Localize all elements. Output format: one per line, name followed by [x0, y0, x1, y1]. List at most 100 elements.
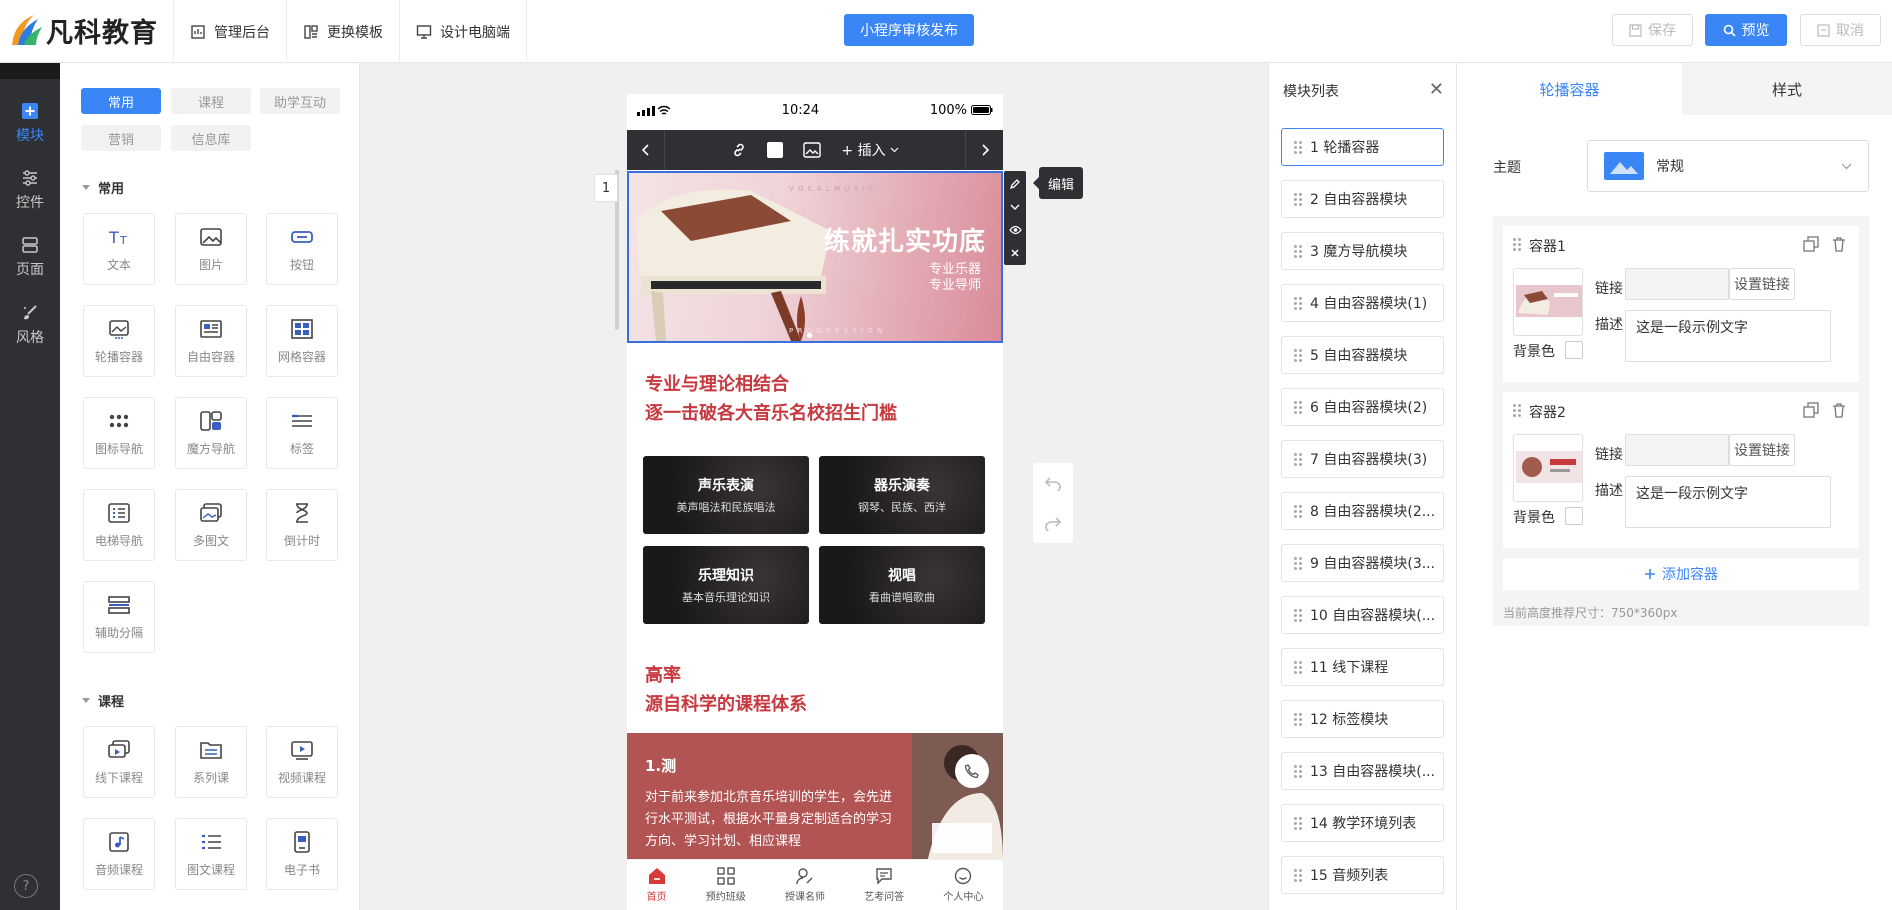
- add-container-button[interactable]: 添加容器: [1503, 558, 1859, 590]
- drag-handle-icon[interactable]: [1294, 348, 1302, 362]
- module-item[interactable]: 11 线下课程: [1281, 648, 1444, 686]
- module-item[interactable]: 4 自由容器模块(1): [1281, 284, 1444, 322]
- module-item[interactable]: 2 自由容器模块: [1281, 180, 1444, 218]
- widget-ebook[interactable]: 电子书: [266, 818, 338, 890]
- carousel-dot-active[interactable]: [807, 333, 812, 338]
- drag-handle-icon[interactable]: [1294, 504, 1302, 518]
- widget-carousel[interactable]: 轮播容器: [83, 305, 155, 377]
- link-input[interactable]: [1625, 434, 1729, 466]
- copy-icon[interactable]: [1803, 402, 1819, 418]
- help-icon[interactable]: ?: [14, 874, 38, 898]
- widget-image[interactable]: 图片: [175, 213, 247, 285]
- widget-button[interactable]: 按钮: [266, 213, 338, 285]
- image-icon[interactable]: [803, 142, 822, 158]
- module-item[interactable]: 9 自由容器模块(3...: [1281, 544, 1444, 582]
- widget-video-course[interactable]: 视频课程: [266, 726, 338, 798]
- module-item[interactable]: 6 自由容器模块(2): [1281, 388, 1444, 426]
- chevron-left-icon[interactable]: [627, 130, 665, 170]
- copy-icon[interactable]: [1803, 236, 1819, 252]
- palette-tab-infolib[interactable]: 信息库: [171, 125, 251, 151]
- nav-change-template[interactable]: 更换模板: [286, 0, 399, 63]
- module-item[interactable]: 14 教学环境列表: [1281, 804, 1444, 842]
- module-item[interactable]: 13 自由容器模块(...: [1281, 752, 1444, 790]
- save-button[interactable]: 保存: [1612, 14, 1693, 46]
- carousel-banner[interactable]: V O C A L M U S I C 练就扎实功底 专业乐器 专业导师 P R…: [627, 171, 1003, 343]
- carousel-dot[interactable]: [816, 333, 821, 338]
- palette-tab-common[interactable]: 常用: [81, 88, 161, 114]
- widget-divider[interactable]: 辅助分隔: [83, 581, 155, 653]
- widget-graphic-course[interactable]: 图文课程: [175, 818, 247, 890]
- nav-design-desktop[interactable]: 设计电脑端: [399, 0, 527, 63]
- chevron-right-icon[interactable]: [965, 130, 1003, 170]
- close-icon[interactable]: ✕: [1429, 79, 1444, 100]
- module-item[interactable]: 12 标签模块: [1281, 700, 1444, 738]
- drag-handle-icon[interactable]: [1294, 140, 1302, 154]
- undo-icon[interactable]: [1044, 475, 1062, 491]
- theme-select[interactable]: 常规: [1587, 140, 1869, 192]
- drag-handle-icon[interactable]: [1294, 244, 1302, 258]
- module-item[interactable]: 10 自由容器模块(...: [1281, 596, 1444, 634]
- palette-tab-marketing[interactable]: 营销: [81, 125, 161, 151]
- eye-icon[interactable]: [1008, 225, 1022, 235]
- widget-series-course[interactable]: 系列课: [175, 726, 247, 798]
- palette-tab-course[interactable]: 课程: [171, 88, 251, 114]
- module-item[interactable]: 7 自由容器模块(3): [1281, 440, 1444, 478]
- widget-text[interactable]: TT 文本: [83, 213, 155, 285]
- rail-controls[interactable]: 控件: [0, 160, 60, 220]
- redo-icon[interactable]: [1044, 515, 1062, 531]
- drag-handle-icon[interactable]: [1294, 868, 1302, 882]
- drag-handle-icon[interactable]: [1294, 296, 1302, 310]
- edit-icon[interactable]: [1009, 178, 1021, 190]
- drag-handle-icon[interactable]: [1294, 764, 1302, 778]
- tab-style[interactable]: 样式: [1682, 63, 1892, 115]
- container-thumbnail[interactable]: [1513, 268, 1583, 336]
- link-icon[interactable]: [731, 142, 747, 158]
- module-item[interactable]: 5 自由容器模块: [1281, 336, 1444, 374]
- rail-pages[interactable]: 页面: [0, 227, 60, 287]
- widget-offline-course[interactable]: 线下课程: [83, 726, 155, 798]
- widget-multi-image-text[interactable]: 多图文: [175, 489, 247, 561]
- nav-admin[interactable]: 管理后台: [173, 0, 286, 63]
- drag-handle-icon[interactable]: [1294, 452, 1302, 466]
- rail-style[interactable]: 风格: [0, 295, 60, 355]
- bottom-nav-teachers[interactable]: 授课名师: [785, 867, 825, 903]
- desc-textarea[interactable]: 这是一段示例文字: [1625, 476, 1831, 528]
- palette-tab-interaction[interactable]: 助学互动: [260, 88, 340, 114]
- course-tile-instrument[interactable]: 器乐演奏 钢琴、民族、西洋: [819, 456, 985, 534]
- trash-icon[interactable]: [1831, 236, 1847, 252]
- set-link-button[interactable]: 设置链接: [1729, 434, 1795, 466]
- course-tile-vocal[interactable]: 声乐表演 美声唱法和民族唱法: [643, 456, 809, 534]
- drag-handle-icon[interactable]: [1294, 400, 1302, 414]
- container-thumbnail[interactable]: [1513, 434, 1583, 502]
- insert-button[interactable]: + 插入: [841, 140, 899, 160]
- bg-color-swatch[interactable]: [1565, 341, 1583, 359]
- widget-elevator-nav[interactable]: 电梯导航: [83, 489, 155, 561]
- module-item[interactable]: 15 音频列表: [1281, 856, 1444, 894]
- set-link-button[interactable]: 设置链接: [1729, 268, 1795, 300]
- course-tile-theory[interactable]: 乐理知识 基本音乐理论知识: [643, 546, 809, 624]
- desc-textarea[interactable]: 这是一段示例文字: [1625, 310, 1831, 362]
- widget-countdown[interactable]: 倒计时: [266, 489, 338, 561]
- drag-handle-icon[interactable]: [1294, 816, 1302, 830]
- promo-card[interactable]: 1.测 对于前来参加北京音乐培训的学生，会先进行水平测试，根据水平量身定制适合的…: [627, 733, 1003, 863]
- close-icon[interactable]: [1010, 248, 1020, 258]
- cancel-button[interactable]: 取消: [1800, 14, 1881, 46]
- drag-handle-icon[interactable]: [1513, 404, 1521, 417]
- rail-modules[interactable]: 模块: [0, 93, 60, 153]
- brand-logo[interactable]: 凡科教育: [8, 10, 158, 50]
- phone-call-icon[interactable]: [955, 754, 989, 788]
- trash-icon[interactable]: [1831, 402, 1847, 418]
- drag-handle-icon[interactable]: [1294, 712, 1302, 726]
- module-item[interactable]: 3 魔方导航模块: [1281, 232, 1444, 270]
- color-swatch-icon[interactable]: [767, 142, 784, 158]
- widget-cube-nav[interactable]: 魔方导航: [175, 397, 247, 469]
- widget-tag[interactable]: 标签: [266, 397, 338, 469]
- drag-handle-icon[interactable]: [1294, 660, 1302, 674]
- bottom-nav-profile[interactable]: 个人中心: [943, 867, 983, 903]
- drag-handle-icon[interactable]: [1294, 556, 1302, 570]
- bottom-nav-booking[interactable]: 预约班级: [706, 867, 746, 903]
- link-input[interactable]: [1625, 268, 1729, 300]
- course-tile-solfege[interactable]: 视唱 看曲谱唱歌曲: [819, 546, 985, 624]
- drag-handle-icon[interactable]: [1513, 238, 1521, 251]
- widget-audio-course[interactable]: 音频课程: [83, 818, 155, 890]
